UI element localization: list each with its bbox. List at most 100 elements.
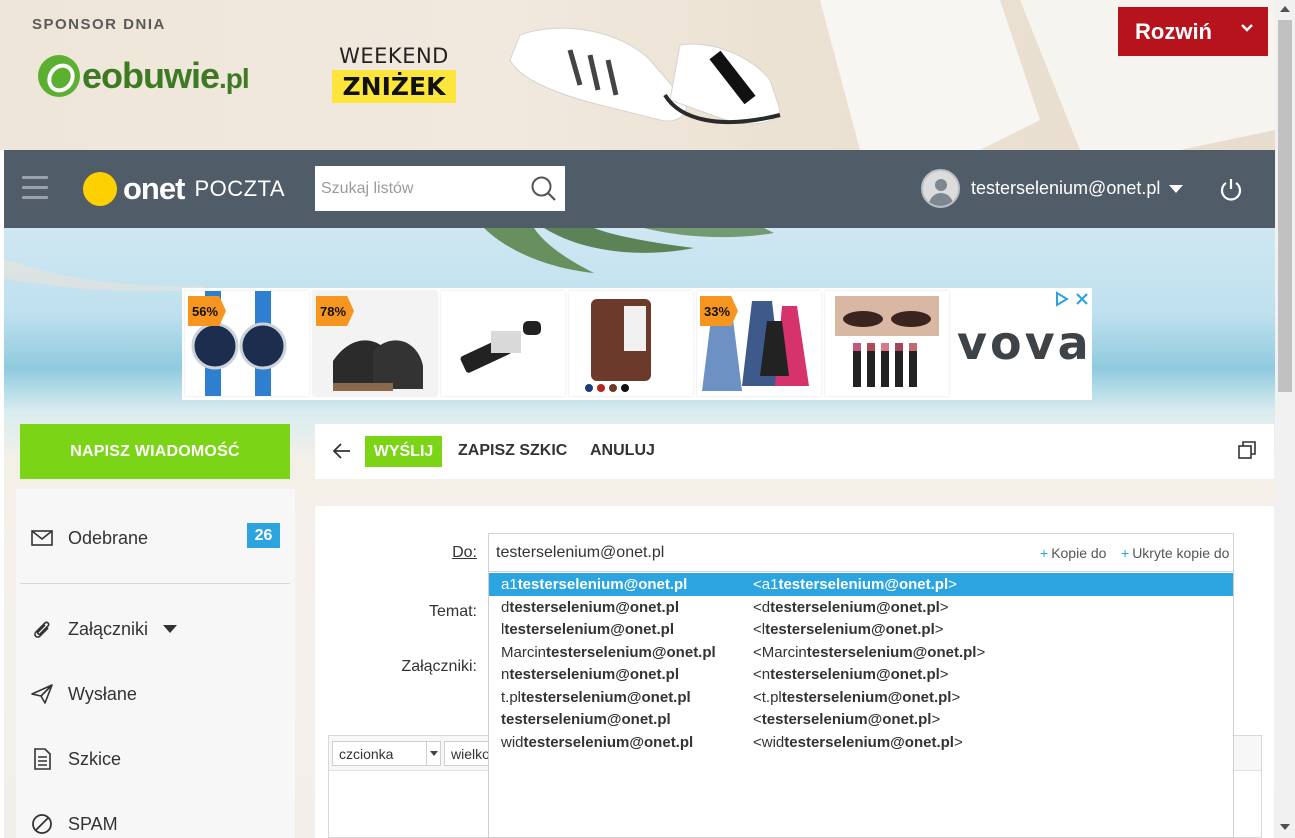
autocomplete-suggestion[interactable]: ntesterselenium@onet.pl <ntesterselenium@… — [489, 663, 1233, 686]
autocomplete-suggestion[interactable]: widtesterselenium@onet.pl <widtesterselen… — [489, 731, 1233, 754]
bcc-link[interactable]: + Ukryte kopie do — [1121, 545, 1229, 561]
suggestion-address: <ntesterselenium@onet.pl> — [753, 666, 949, 683]
ad-item-sandals[interactable]: 78% — [313, 291, 437, 396]
suggestion-address: <ltesterselenium@onet.pl> — [753, 621, 944, 638]
sidebar-item-label: Szkice — [68, 748, 122, 769]
poczta-label: POCZTA — [194, 176, 286, 201]
autocomplete-suggestion[interactable]: t.pltesterselenium@onet.pl <t.pltestersel… — [489, 686, 1233, 709]
chevron-down-icon — [1241, 24, 1253, 32]
user-menu[interactable]: testerselenium@onet.pl — [921, 169, 1184, 208]
promo-top-text: WEEKEND — [339, 44, 449, 68]
sidebar-item-attachments[interactable]: Załączniki — [16, 607, 295, 651]
suggestion-address: <a1testerselenium@onet.pl> — [753, 576, 957, 593]
subject-label: Temat: — [428, 603, 477, 620]
ad-item-watches[interactable]: 56% — [185, 291, 309, 396]
eobuwie-logo[interactable]: eobuwie.pl — [38, 55, 250, 97]
unread-count-badge: 26 — [247, 523, 280, 548]
vova-logo[interactable]: vova — [957, 316, 1092, 370]
discount-badge: 78% — [316, 296, 354, 326]
sidebar-divider — [20, 583, 290, 584]
close-ad-icon[interactable] — [1074, 291, 1090, 307]
sidebar-item-label: SPAM — [68, 813, 118, 834]
document-icon — [34, 748, 51, 770]
suggestion-name: testerselenium@onet.pl — [501, 711, 671, 728]
suggestion-name: widtesterselenium@onet.pl — [501, 734, 694, 751]
onet-logo-icon — [83, 172, 117, 206]
avatar — [921, 169, 960, 208]
ad-item-makeup[interactable] — [825, 291, 949, 396]
cancel-button[interactable]: ANULUJ — [590, 442, 655, 460]
paper-plane-icon — [31, 684, 53, 704]
adchoices-icon[interactable] — [1054, 291, 1070, 307]
chevron-down-icon — [426, 742, 440, 765]
sidebar-item-label: Załączniki — [68, 618, 149, 639]
expand-sponsor-label: Rozwiń — [1135, 18, 1212, 44]
suggestion-name: ntesterselenium@onet.pl — [501, 666, 680, 683]
eobuwie-logo-text: eobuwie.pl — [82, 55, 250, 96]
expand-window-icon[interactable] — [1237, 440, 1257, 460]
attachments-label: Załączniki: — [401, 658, 477, 675]
scroll-up-icon[interactable] — [1280, 6, 1290, 12]
font-family-select[interactable]: czcionka — [332, 741, 441, 766]
caret-down-icon[interactable] — [163, 625, 177, 633]
send-button[interactable]: WYŚLIJ — [365, 436, 442, 467]
ad-item-usb-reader[interactable] — [441, 291, 565, 396]
ad-item-dresses[interactable]: 33% — [697, 291, 821, 396]
autocomplete-suggestion[interactable]: ltesterselenium@onet.pl <ltesterselenium@… — [489, 618, 1233, 641]
search-input[interactable] — [315, 179, 515, 198]
suggestion-address: <t.pltesterselenium@onet.pl> — [753, 689, 961, 706]
autocomplete-suggestion[interactable]: dtesterselenium@onet.pl <dtesterselenium@… — [489, 596, 1233, 619]
sidebar-item-drafts[interactable]: Szkice — [16, 737, 295, 781]
eobuwie-logo-icon — [38, 55, 80, 97]
suggestion-address: <widtesterselenium@onet.pl> — [753, 734, 963, 751]
ad-banner[interactable]: 56% 78% 33% vova — [182, 288, 1092, 400]
suggestion-name: dtesterselenium@onet.pl — [501, 599, 680, 616]
onet-poczta-logo[interactable]: onet POCZTA — [83, 171, 285, 207]
to-field: +Kopie do +Ukryte kopie do — [488, 533, 1234, 572]
caret-down-icon — [1169, 184, 1184, 193]
scroll-down-icon[interactable] — [1280, 824, 1290, 830]
sidebar-item-sent[interactable]: Wysłane — [16, 672, 295, 716]
sponsor-banner[interactable]: SPONSOR DNIA eobuwie.pl WEEKEND ZNIŻEK R… — [0, 0, 1275, 150]
onet-brand: onet — [123, 171, 185, 206]
back-arrow-icon[interactable] — [332, 441, 352, 461]
suggestion-name: a1testerselenium@onet.pl — [501, 576, 688, 593]
scrollbar-thumb[interactable] — [1278, 20, 1292, 392]
user-email: testerselenium@onet.pl — [971, 178, 1161, 198]
suggestion-address: <testerselenium@onet.pl> — [753, 711, 941, 728]
cc-link[interactable]: + Kopie do — [1040, 545, 1106, 561]
autocomplete-suggestion[interactable]: Marcintesterselenium@onet.pl <Marcinteste… — [489, 641, 1233, 664]
discount-badge: 56% — [188, 296, 226, 326]
ad-item-phone-case[interactable] — [569, 291, 693, 396]
paperclip-icon — [34, 621, 50, 638]
ban-icon — [32, 814, 52, 834]
suggestion-address: <dtesterselenium@onet.pl> — [753, 599, 949, 616]
expand-sponsor-button[interactable]: Rozwiń — [1118, 7, 1268, 56]
suggestion-address: <Marcintesterselenium@onet.pl> — [753, 644, 986, 661]
search-icon[interactable] — [530, 175, 557, 202]
suggestion-name: t.pltesterselenium@onet.pl — [501, 689, 691, 706]
page-scrollbar[interactable] — [1275, 0, 1295, 838]
power-icon[interactable] — [1218, 177, 1244, 203]
menu-icon[interactable] — [22, 176, 48, 202]
sidebar-item-spam[interactable]: SPAM — [16, 802, 295, 838]
envelope-icon — [31, 530, 53, 546]
to-label[interactable]: Do: — [452, 544, 477, 562]
sidebar-item-label: Odebrane — [68, 527, 149, 548]
sponsor-label: SPONSOR DNIA — [32, 16, 166, 33]
autocomplete-suggestion[interactable]: a1testerselenium@onet.pl <a1testerseleniu… — [489, 573, 1233, 596]
autocomplete-suggestion[interactable]: testerselenium@onet.pl <testerselenium@on… — [489, 708, 1233, 731]
discount-badge: 33% — [700, 296, 738, 326]
save-draft-button[interactable]: ZAPISZ SZKIC — [458, 442, 567, 460]
ad-choices[interactable] — [1054, 290, 1090, 308]
weekend-promo: WEEKEND ZNIŻEK — [332, 44, 456, 103]
compose-button[interactable]: NAPISZ WIADOMOŚĆ — [20, 424, 290, 479]
search-box — [315, 166, 565, 211]
recipient-autocomplete: a1testerselenium@onet.pl <a1testerseleniu… — [488, 572, 1234, 838]
app-header: onet POCZTA testerselenium@onet.pl — [4, 150, 1275, 228]
suggestion-name: ltesterselenium@onet.pl — [501, 621, 675, 638]
compose-toolbar: WYŚLIJ ZAPISZ SZKIC ANULUJ — [315, 424, 1274, 479]
promo-box-text: ZNIŻEK — [332, 70, 456, 103]
suggestion-name: Marcintesterselenium@onet.pl — [501, 644, 716, 661]
to-input[interactable] — [489, 534, 1029, 571]
